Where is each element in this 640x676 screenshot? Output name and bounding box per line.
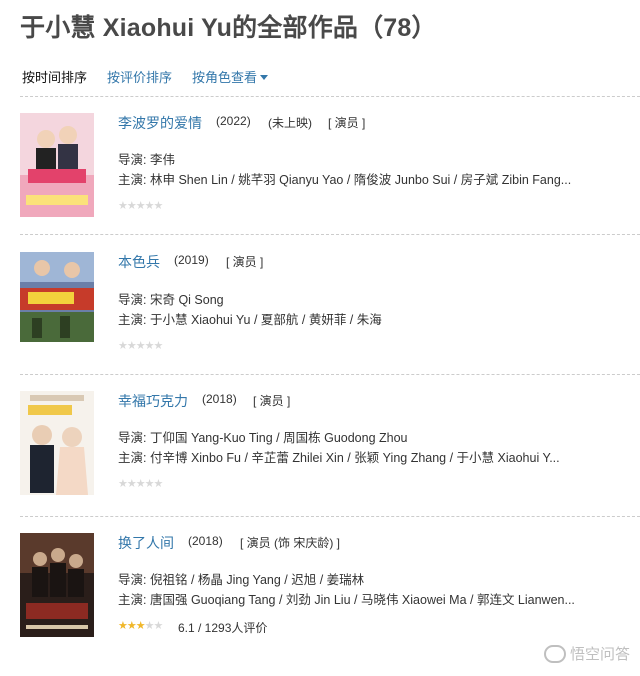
view-by-role-label: 按角色查看 [192, 70, 258, 85]
star-icon: ★ [126, 340, 137, 352]
star-icon: ★ [153, 340, 164, 352]
star-icon: ★ [135, 478, 146, 490]
movie-year: (2018) [202, 392, 237, 406]
director-line: 导演: 丁仰国 Yang-Kuo Ting / 周国栋 Guodong Zhou [118, 427, 588, 446]
director-line: 导演: 李伟 [118, 149, 588, 168]
poster-image[interactable] [20, 533, 94, 637]
director-label: 导演: [118, 153, 147, 167]
star-icon: ★ [144, 620, 155, 632]
poster-image[interactable] [20, 252, 94, 356]
sort-by-rating-link[interactable]: 按评价排序 [107, 67, 172, 86]
star-icon: ★ [118, 478, 128, 490]
director-names: 宋奇 Qi Song [149, 293, 224, 307]
movie-title-link[interactable]: 幸福巧克力 [118, 391, 188, 411]
list-item: 幸福巧克力 (2018) [ 演员 ] 导演: 丁仰国 Yang-Kuo Tin… [0, 391, 640, 511]
director-label: 导演: [118, 573, 147, 587]
divider [20, 374, 640, 375]
list-item: 换了人间 (2018) [ 演员 (饰 宋庆龄) ] 导演: 倪祖铭 / 杨晶 … [0, 533, 640, 653]
rating-stars: ★★★★★ [118, 339, 164, 352]
star-icon: ★ [135, 620, 146, 632]
movie-year: (2018) [188, 534, 223, 548]
cast-label: 主演: [118, 313, 147, 327]
cast-label: 主演: [118, 593, 147, 607]
list-item: 李波罗的爱情 (2022) (未上映) [ 演员 ] 导演: 李伟 主演: 林申… [0, 113, 640, 233]
cast-label: 主演: [118, 451, 147, 465]
movie-role: [ 演员 (饰 宋庆龄) ] [240, 536, 340, 550]
divider [20, 516, 640, 517]
star-icon: ★ [153, 478, 164, 490]
cast-names: 唐国强 Guoqiang Tang / 刘劲 Jin Liu / 马晓伟 Xia… [149, 593, 575, 607]
chat-bubble-icon [543, 645, 566, 663]
star-icon: ★ [118, 340, 128, 352]
star-icon: ★ [126, 478, 137, 490]
cast-line: 主演: 付辛博 Xinbo Fu / 辛芷蕾 Zhilei Xin / 张颖 Y… [118, 447, 588, 466]
movie-title-link[interactable]: 李波罗的爱情 [118, 113, 202, 133]
movie-year: (2019) [174, 253, 209, 267]
divider [20, 234, 640, 235]
movie-role: [ 演员 ] [226, 255, 264, 269]
watermark-text: 悟空问答 [569, 646, 630, 663]
cast-line: 主演: 林申 Shen Lin / 姚芊羽 Qianyu Yao / 隋俊波 J… [118, 169, 588, 188]
director-label: 导演: [118, 293, 147, 307]
director-names: 倪祖铭 / 杨晶 Jing Yang / 迟旭 / 姜瑞林 [149, 573, 365, 587]
rating-stars: ★★★★★ [118, 477, 164, 490]
cast-line: 主演: 于小慧 Xiaohui Yu / 夏部航 / 黄妍菲 / 朱海 [118, 309, 588, 328]
director-line: 导演: 倪祖铭 / 杨晶 Jing Yang / 迟旭 / 姜瑞林 [118, 569, 588, 588]
sort-by-time[interactable]: 按时间排序 [22, 67, 87, 86]
cast-names: 林申 Shen Lin / 姚芊羽 Qianyu Yao / 隋俊波 Junbo… [149, 173, 572, 187]
star-icon: ★ [118, 620, 128, 632]
cast-label: 主演: [118, 173, 147, 187]
star-icon: ★ [144, 340, 155, 352]
movie-role: [ 演员 ] [253, 394, 291, 408]
rating-score: 6.1 / 1293人评价 [178, 621, 268, 635]
cast-line: 主演: 唐国强 Guoqiang Tang / 刘劲 Jin Liu / 马晓伟… [118, 589, 588, 608]
view-by-role-dropdown[interactable]: 按角色查看 [192, 67, 269, 86]
star-icon: ★ [135, 200, 146, 212]
star-icon: ★ [126, 200, 137, 212]
cast-names: 于小慧 Xiaohui Yu / 夏部航 / 黄妍菲 / 朱海 [149, 313, 382, 327]
movie-status: (未上映) [268, 116, 312, 130]
director-names: 丁仰国 Yang-Kuo Ting / 周国栋 Guodong Zhou [149, 431, 408, 445]
star-icon: ★ [153, 200, 164, 212]
star-icon: ★ [153, 620, 164, 632]
director-line: 导演: 宋奇 Qi Song [118, 289, 588, 308]
movie-role: [ 演员 ] [328, 116, 366, 130]
page-title: 于小慧 Xiaohui Yu的全部作品（78） [20, 14, 437, 42]
director-names: 李伟 [149, 153, 175, 167]
watermark: 悟空问答 [543, 643, 630, 664]
cast-names: 付辛博 Xinbo Fu / 辛芷蕾 Zhilei Xin / 张颖 Ying … [149, 451, 560, 465]
movie-year: (2022) [216, 114, 251, 128]
list-item: 本色兵 (2019) [ 演员 ] 导演: 宋奇 Qi Song 主演: 于小慧… [0, 252, 640, 372]
divider [20, 96, 640, 97]
star-icon: ★ [144, 478, 155, 490]
star-icon: ★ [135, 340, 146, 352]
director-label: 导演: [118, 431, 147, 445]
rating-stars: ★★★★★ [118, 619, 164, 632]
star-icon: ★ [126, 620, 137, 632]
rating-stars: ★★★★★ [118, 199, 164, 212]
star-icon: ★ [144, 200, 155, 212]
movie-title-link[interactable]: 本色兵 [118, 252, 160, 272]
poster-image[interactable] [20, 113, 94, 217]
star-icon: ★ [118, 200, 128, 212]
movie-title-link[interactable]: 换了人间 [118, 533, 174, 553]
chevron-down-icon [260, 75, 269, 80]
poster-image[interactable] [20, 391, 94, 495]
